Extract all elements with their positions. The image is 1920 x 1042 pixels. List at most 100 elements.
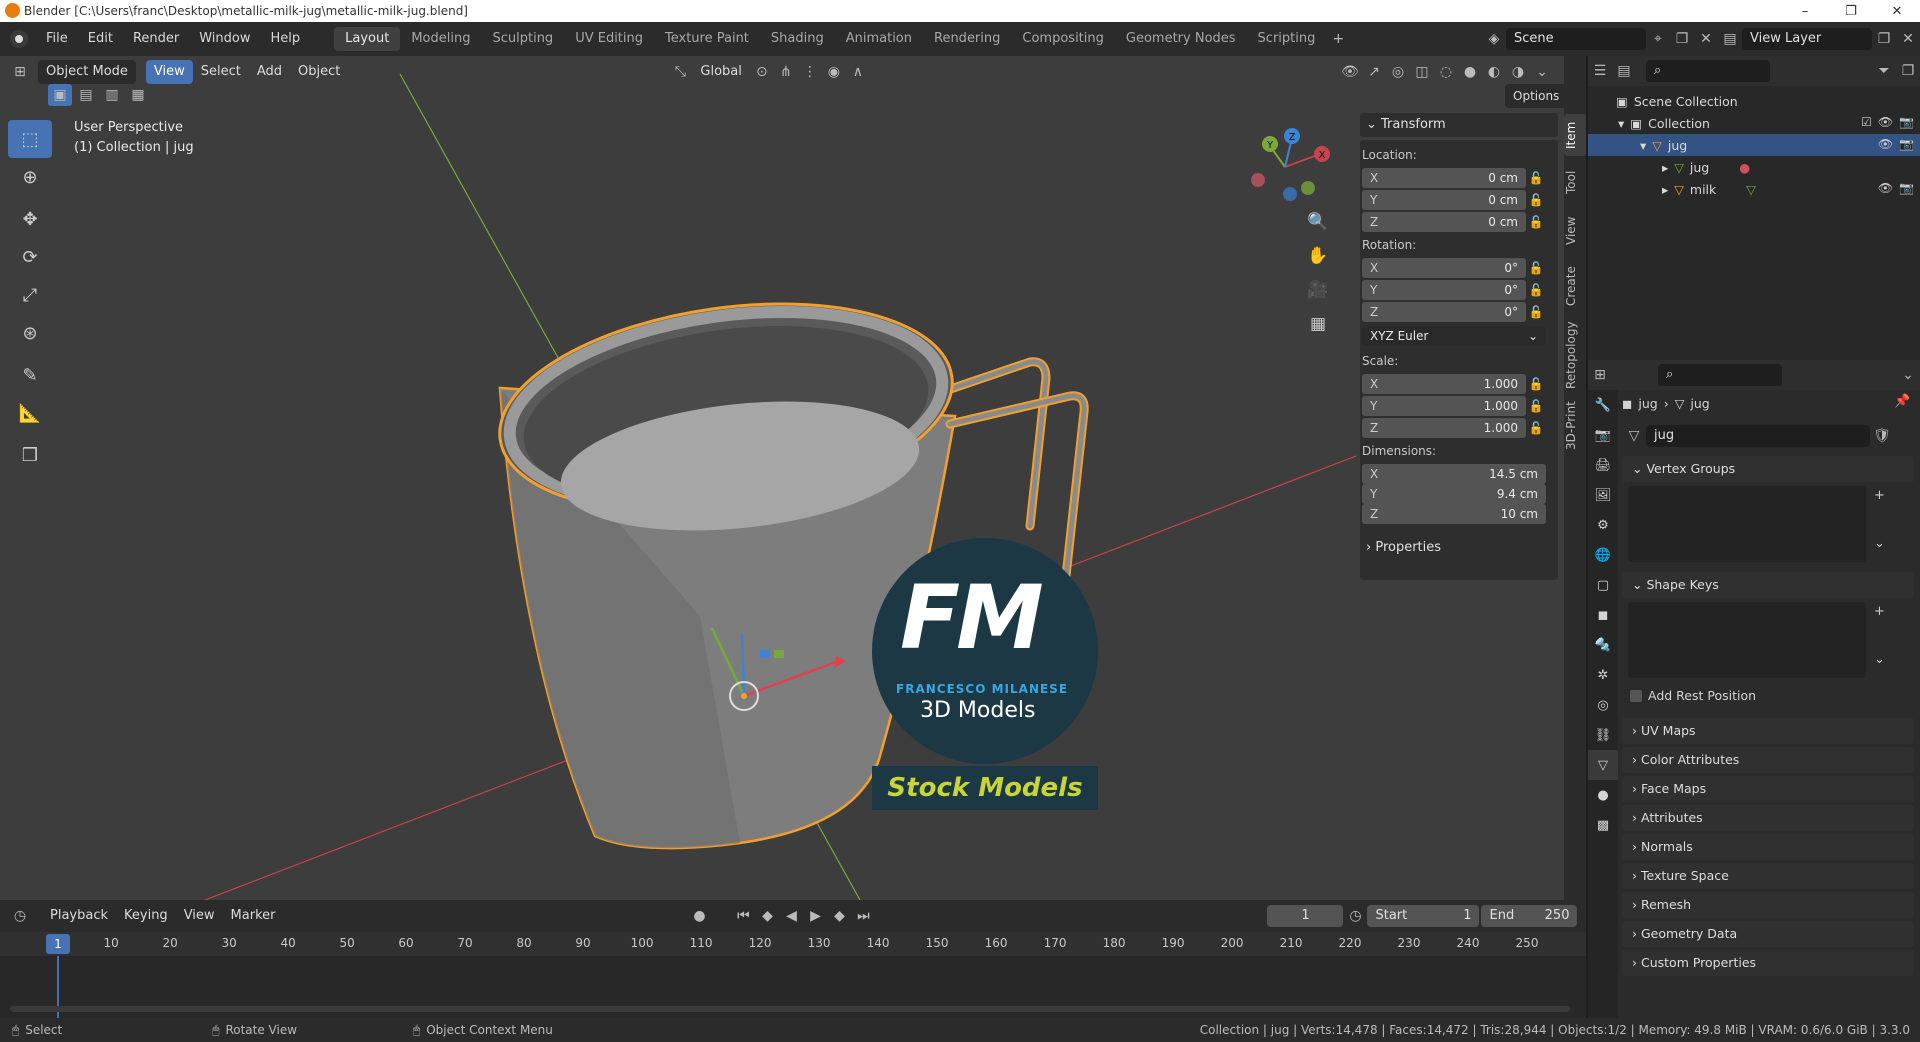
chevron-down-icon[interactable]: ▾ (1640, 138, 1646, 153)
tab-rendering[interactable]: Rendering (923, 27, 1011, 51)
menu-object[interactable]: Object (290, 60, 348, 84)
editor-type-icon[interactable]: ⊞ (1588, 364, 1612, 386)
editor-type-icon[interactable]: ☰ (1588, 60, 1612, 82)
add-shape-key-icon[interactable]: + (1874, 604, 1885, 619)
menu-marker[interactable]: Marker (223, 904, 284, 928)
end-frame-field[interactable]: End 250 (1481, 905, 1578, 927)
fake-user-icon[interactable]: 🛡 (1870, 425, 1894, 447)
play-reverse-icon[interactable]: ◀ (779, 905, 803, 927)
menu-help[interactable]: Help (261, 22, 311, 56)
pivot-icon[interactable]: ⊙ (750, 61, 774, 83)
orientation-selector[interactable]: Global (692, 60, 749, 84)
new-scene-icon[interactable]: ❐ (1670, 28, 1694, 50)
close-window-button[interactable]: ✕ (1874, 0, 1920, 22)
minimize-button[interactable]: – (1782, 0, 1828, 22)
tab-uv-editing[interactable]: UV Editing (564, 27, 654, 51)
lock-icon[interactable]: 🔓 (1526, 261, 1546, 275)
jump-start-icon[interactable]: ⏮ (731, 905, 755, 927)
physics-tab-icon[interactable]: ◎ (1588, 690, 1618, 720)
location-y-field[interactable]: Y0 cm (1362, 190, 1526, 210)
dimension-x-field[interactable]: X 14.5 cm (1362, 464, 1546, 484)
outliner-search-input[interactable]: ⌕ (1646, 60, 1770, 82)
menu-window[interactable]: Window (189, 22, 260, 56)
filter-icon[interactable]: ⏷ (1872, 60, 1896, 82)
new-collection-icon[interactable]: ❐ (1896, 60, 1920, 82)
tab-retopology[interactable]: Retopology (1564, 318, 1586, 392)
location-x-field[interactable]: X0 cm (1362, 168, 1526, 188)
particles-tab-icon[interactable]: ✲ (1588, 660, 1618, 690)
checkbox-icon[interactable] (1630, 689, 1642, 702)
navigation-gizmo[interactable]: X Y Z (1240, 122, 1330, 212)
record-icon[interactable]: ● (687, 905, 711, 927)
properties-panel-header[interactable]: › Properties (1360, 536, 1558, 560)
chevron-down-icon[interactable]: ⌄ (1874, 652, 1885, 667)
properties-search-input[interactable]: ⌕ (1658, 364, 1782, 386)
menu-view[interactable]: View (145, 60, 193, 84)
select-new-icon[interactable]: ▣ (48, 84, 72, 106)
menu-timeline-view[interactable]: View (176, 904, 223, 928)
shape-keys-list[interactable] (1628, 602, 1866, 678)
outliner-item-jug-mesh[interactable]: ▸ ▽ jug ● (1588, 156, 1920, 178)
rotate-tool[interactable]: ⟳ (8, 238, 52, 276)
current-frame-field[interactable]: 1 (1267, 905, 1344, 927)
proportional-edit-icon[interactable]: ◉ (822, 61, 846, 83)
menu-select[interactable]: Select (193, 60, 249, 84)
editor-type-icon[interactable]: ⊞ (8, 61, 32, 83)
tab-compositing[interactable]: Compositing (1011, 27, 1115, 51)
section-face-maps[interactable]: › Face Maps (1622, 776, 1914, 802)
section-remesh[interactable]: › Remesh (1622, 892, 1914, 918)
tab-shading[interactable]: Shading (760, 27, 835, 51)
view-layer-selector[interactable]: View Layer (1742, 28, 1872, 50)
tab-create[interactable]: Create (1564, 258, 1586, 314)
transform-tool[interactable]: ⊛ (8, 314, 52, 352)
tab-animation[interactable]: Animation (835, 27, 923, 51)
start-frame-field[interactable]: Start 1 (1367, 905, 1480, 927)
ortho-grid-icon[interactable]: ▦ (1304, 310, 1332, 338)
frame-ruler[interactable]: 1 10 20 30 40 50 60 70 80 90 100 110 120 130 140 150 16… (0, 932, 1586, 956)
clock-icon[interactable]: ◷ (8, 905, 32, 927)
modifier-tab-icon[interactable]: 🔩 (1588, 630, 1618, 660)
cursor-tool[interactable]: ⊕ (8, 158, 52, 196)
menu-file[interactable]: File (36, 22, 78, 56)
rotation-x-field[interactable]: X 0° (1362, 258, 1526, 278)
select-invert-icon[interactable]: ▦ (126, 84, 150, 106)
camera-icon[interactable]: 📷 (1899, 181, 1914, 195)
tab-item[interactable]: Item (1564, 114, 1586, 156)
select-subtract-icon[interactable]: ▥ (100, 84, 124, 106)
pin-scene-icon[interactable]: ⌖ (1646, 28, 1670, 50)
tab-texture-paint[interactable]: Texture Paint (654, 27, 760, 51)
section-custom-properties[interactable]: › Custom Properties (1622, 950, 1914, 976)
mesh-data-tab-icon[interactable]: ▽ (1588, 750, 1618, 780)
section-shape-keys[interactable]: ⌄ Shape Keys (1622, 572, 1914, 598)
material-tab-icon[interactable]: ● (1588, 780, 1618, 810)
scale-z-field[interactable]: Z 1.000 (1362, 418, 1526, 438)
eye-icon[interactable]: 👁 (1878, 181, 1893, 195)
location-z-field[interactable]: Z0 cm (1362, 212, 1526, 232)
object-tab-icon[interactable]: ◼ (1588, 600, 1618, 630)
tab-layout[interactable]: Layout (334, 27, 401, 51)
section-uv-maps[interactable]: › UV Maps (1622, 718, 1914, 744)
lock-icon[interactable]: 🔓 (1526, 421, 1546, 435)
maximize-button[interactable]: ❐ (1828, 0, 1874, 22)
tab-scripting[interactable]: Scripting (1247, 27, 1327, 51)
lock-icon[interactable]: 🔓 (1526, 399, 1546, 413)
delete-scene-icon[interactable]: ✕ (1694, 28, 1718, 50)
scene-tab-icon[interactable]: ⚙ (1588, 510, 1618, 540)
vertex-groups-list[interactable] (1628, 486, 1866, 562)
playhead-frame[interactable]: 1 (46, 934, 70, 954)
scale-x-field[interactable]: X 1.000 (1362, 374, 1526, 394)
rotation-y-field[interactable]: Y 0° (1362, 280, 1526, 300)
view-layer-icon[interactable]: ▤ (1718, 28, 1742, 50)
chevron-down-icon[interactable]: ⌄ (1896, 364, 1920, 386)
select-box-tool[interactable]: ⬚ (8, 120, 52, 158)
menu-playback[interactable]: Playback (42, 904, 116, 928)
dimension-z-field[interactable]: Z 10 cm (1362, 504, 1546, 524)
lock-icon[interactable]: 🔓 (1526, 215, 1546, 229)
move-tool[interactable]: ✥ (8, 200, 52, 238)
section-normals[interactable]: › Normals (1622, 834, 1914, 860)
world-tab-icon[interactable]: 🌐 (1588, 540, 1618, 570)
timeline-scrollbar[interactable] (10, 1006, 1570, 1012)
select-extend-icon[interactable]: ▤ (74, 84, 98, 106)
outliner-collection[interactable]: ▾ ▣ Collection ☑ 👁 📷 (1588, 112, 1920, 134)
annotate-tool[interactable]: ✎ (8, 356, 52, 394)
